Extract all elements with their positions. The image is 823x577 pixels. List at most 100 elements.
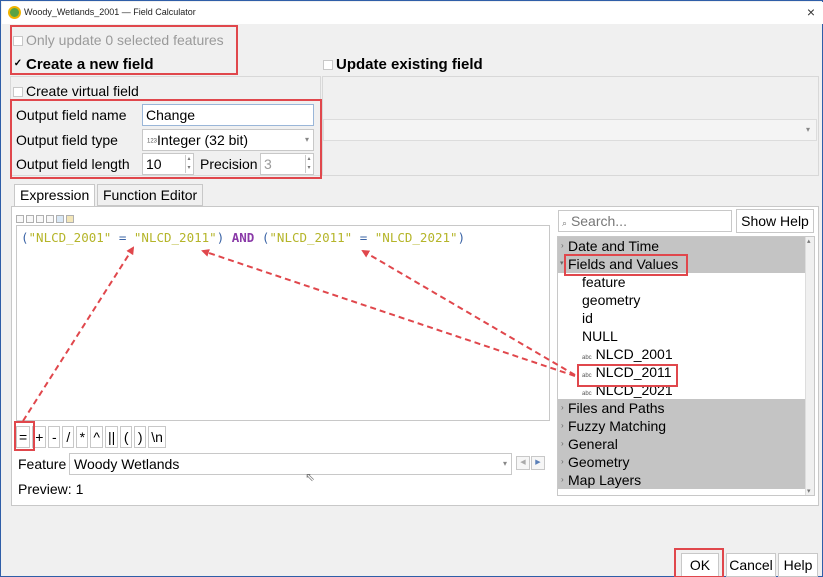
spin-arrows-icon[interactable]: ▴ ▾: [305, 155, 312, 173]
operator-newline-button[interactable]: \n: [148, 426, 166, 448]
tree-item-id[interactable]: id: [558, 309, 814, 327]
create-virtual-checkbox-box[interactable]: [13, 87, 23, 98]
output-field-name-input[interactable]: Change: [142, 104, 314, 126]
cancel-button[interactable]: Cancel: [726, 553, 776, 577]
chevron-down-icon: ▾: [304, 135, 309, 144]
tree-item-nlcd2001[interactable]: abc NLCD_2001: [558, 345, 814, 363]
chevron-down-icon: ▾: [560, 260, 564, 267]
update-existing-label: Update existing field: [336, 56, 483, 73]
only-update-selected-checkbox[interactable]: Only update 0 selected features: [13, 32, 224, 48]
chevron-right-icon: ›: [561, 439, 564, 448]
expression-text[interactable]: ("NLCD_2001" = "NLCD_2011") AND ("NLCD_2…: [21, 230, 465, 245]
delete-icon[interactable]: [46, 215, 54, 223]
update-existing-checkbox-box[interactable]: [323, 60, 333, 71]
tree-group-date-time[interactable]: › Date and Time: [558, 237, 814, 255]
create-new-field-check-icon[interactable]: ✓: [13, 59, 23, 70]
expr-field-nlcd2001: "NLCD_2001": [28, 230, 112, 245]
tree-item-geometry[interactable]: geometry: [558, 291, 814, 309]
expr-field-nlcd2021: "NLCD_2021": [374, 230, 458, 245]
field-calculator-window: Woody_Wetlands_2001 — Field Calculator ×…: [0, 0, 823, 577]
spin-arrows-icon[interactable]: ▴ ▾: [185, 155, 192, 173]
only-update-label: Only update 0 selected features: [26, 32, 224, 48]
chevron-right-icon: ›: [561, 403, 564, 412]
operator-close-paren-button[interactable]: ): [134, 426, 147, 448]
import-icon[interactable]: [56, 215, 64, 223]
precision-value: 3: [264, 156, 272, 172]
tree-group-general-label: General: [568, 436, 618, 452]
output-field-type-value: Integer (32 bit): [157, 132, 249, 148]
operator-bar: = + - / * ^ ||() \n: [16, 426, 168, 448]
tree-group-fuzzy-label: Fuzzy Matching: [568, 418, 667, 434]
tree-group-map-layers[interactable]: › Map Layers: [558, 471, 814, 489]
title-bar: Woody_Wetlands_2001 — Field Calculator ×: [2, 2, 823, 24]
integer-type-icon: 123: [147, 138, 158, 145]
expr-field-nlcd2011-a: "NLCD_2011": [133, 230, 217, 245]
new-file-icon[interactable]: [16, 215, 24, 223]
operator-divide-button[interactable]: /: [62, 426, 75, 448]
chevron-down-icon[interactable]: ▾: [807, 487, 811, 495]
operator-open-paren-button[interactable]: (: [120, 426, 133, 448]
tree-scrollbar[interactable]: ▴ ▾: [805, 237, 814, 495]
edit-icon[interactable]: [36, 215, 44, 223]
text-field-icon: abc: [582, 391, 592, 397]
chevron-right-icon: ›: [561, 421, 564, 430]
help-button[interactable]: Help: [778, 553, 818, 577]
expression-editor[interactable]: ("NLCD_2001" = "NLCD_2011") AND ("NLCD_2…: [16, 225, 550, 421]
text-field-icon: abc: [582, 355, 592, 361]
tree-item-nlcd2001-label: NLCD_2001: [595, 346, 673, 362]
existing-field-combo[interactable]: ▾: [323, 119, 817, 141]
output-field-length-label: Output field length: [16, 156, 130, 172]
tree-group-files-paths[interactable]: › Files and Paths: [558, 399, 814, 417]
tree-group-general[interactable]: › General: [558, 435, 814, 453]
tree-group-files-paths-label: Files and Paths: [568, 400, 665, 416]
mouse-cursor-icon: ⇖: [305, 470, 316, 484]
tree-group-geometry-label: Geometry: [568, 454, 630, 470]
preview-text: Preview: 1: [18, 481, 84, 497]
feature-prev-button[interactable]: ◀: [516, 456, 530, 470]
tree-item-null[interactable]: NULL: [558, 327, 814, 345]
expr-field-nlcd2011-b: "NLCD_2011": [269, 230, 353, 245]
precision-spinbox[interactable]: 3 ▴ ▾: [260, 153, 314, 175]
chevron-right-icon: ›: [561, 475, 564, 484]
create-new-field-checkbox[interactable]: ✓ Create a new field: [13, 56, 154, 73]
chevron-down-icon: ▾: [805, 125, 810, 134]
feature-value: Woody Wetlands: [74, 456, 180, 472]
update-existing-field-checkbox[interactable]: Update existing field: [323, 56, 483, 73]
feature-combo[interactable]: Woody Wetlands ▾: [69, 453, 512, 475]
search-placeholder: Search...: [570, 213, 627, 229]
nlcd2011-highlight: [577, 364, 678, 387]
close-icon[interactable]: ×: [807, 4, 815, 20]
precision-label: Precision: [200, 156, 258, 172]
feature-next-button[interactable]: ▶: [531, 456, 545, 470]
output-field-type-combo[interactable]: 123Integer (32 bit) ▾: [142, 129, 314, 151]
tree-group-geometry[interactable]: › Geometry: [558, 453, 814, 471]
tree-group-map-layers-label: Map Layers: [568, 472, 642, 488]
expr-equals-1: =: [111, 230, 134, 245]
chevron-right-icon: ›: [561, 457, 564, 466]
output-field-length-spinbox[interactable]: 10 ▴ ▾: [142, 153, 194, 175]
operator-minus-button[interactable]: -: [48, 426, 61, 448]
function-search-input[interactable]: ⌕ Search...: [558, 210, 732, 232]
output-field-name-label: Output field name: [16, 107, 127, 123]
save-icon[interactable]: [26, 215, 34, 223]
tab-function-editor[interactable]: Function Editor: [97, 184, 204, 206]
qgis-logo-icon: [8, 6, 21, 19]
only-update-checkbox-box[interactable]: [13, 36, 23, 47]
feature-label: Feature: [18, 456, 67, 472]
operator-power-button[interactable]: ^: [90, 426, 103, 448]
create-virtual-label: Create virtual field: [26, 83, 139, 99]
fields-values-highlight: [564, 254, 688, 276]
tab-expression[interactable]: Expression: [14, 184, 96, 207]
operator-concat-button[interactable]: ||: [104, 426, 119, 448]
operator-multiply-button[interactable]: *: [76, 426, 89, 448]
export-icon[interactable]: [66, 215, 74, 223]
show-help-button[interactable]: Show Help: [736, 209, 814, 233]
search-icon: ⌕: [562, 218, 568, 228]
expr-and-keyword: AND: [224, 230, 262, 245]
tree-group-fuzzy-matching[interactable]: › Fuzzy Matching: [558, 417, 814, 435]
create-virtual-field-checkbox[interactable]: Create virtual field: [13, 83, 139, 99]
output-field-length-value: 10: [146, 156, 162, 172]
expr-paren-close-2: ): [457, 230, 466, 245]
tree-group-date-time-label: Date and Time: [568, 238, 660, 254]
chevron-up-icon[interactable]: ▴: [807, 237, 811, 245]
